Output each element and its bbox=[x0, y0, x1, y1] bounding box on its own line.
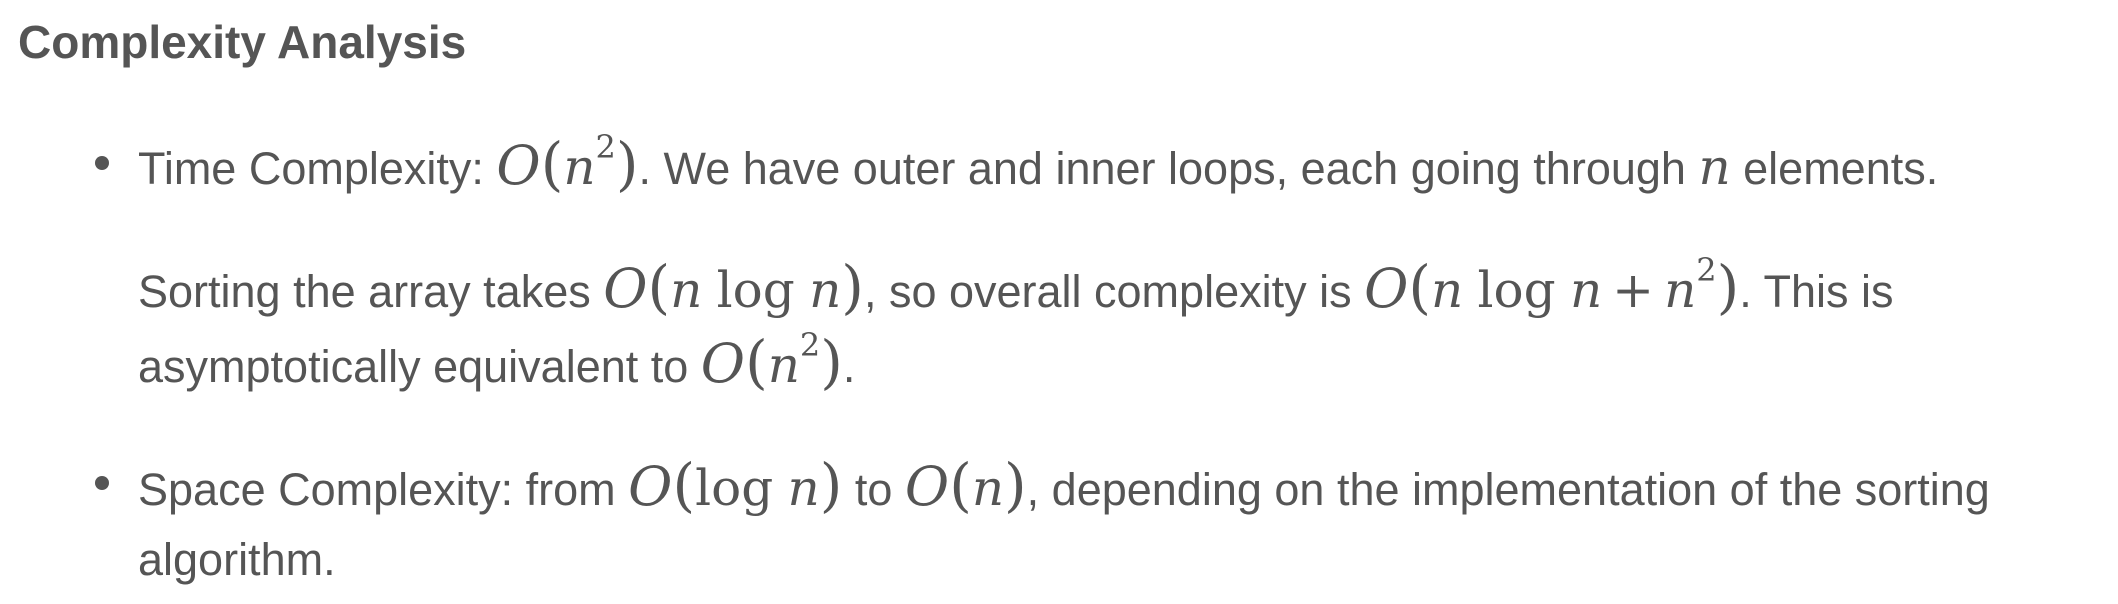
space-mid-text: to bbox=[842, 464, 905, 515]
asymptotic-text: asymptotically equivalent to bbox=[138, 341, 701, 392]
time-label: Time Complexity: bbox=[138, 143, 497, 194]
asymptotic-line: asymptotically equivalent to O(n2). bbox=[138, 326, 856, 397]
math-overall-complexity: O(n log n + n2) bbox=[1364, 251, 1740, 321]
asymptotic-end: . bbox=[842, 341, 856, 392]
math-asymptotic-complexity: O(n2) bbox=[700, 326, 843, 396]
time-complexity-line: Time Complexity: O(n2). We have outer an… bbox=[138, 128, 1939, 199]
bullet-icon bbox=[95, 476, 109, 490]
sorting-text: Sorting the array takes bbox=[138, 266, 604, 317]
sorting-end-text: . This is bbox=[1739, 266, 1894, 317]
math-time-complexity: O(n2) bbox=[496, 128, 639, 198]
sorting-mid-text: , so overall complexity is bbox=[863, 266, 1365, 317]
space-description: , depending on the implementation of the… bbox=[1026, 464, 1990, 515]
bullet-icon bbox=[95, 156, 109, 170]
space-label: Space Complexity: from bbox=[138, 464, 629, 515]
space-complexity-line: Space Complexity: from O(log n) to O(n),… bbox=[138, 455, 1990, 520]
math-space-from: O(log n) bbox=[628, 451, 843, 519]
math-sorting-complexity: O(n log n) bbox=[603, 253, 864, 321]
math-space-to: O(n) bbox=[904, 451, 1027, 519]
section-heading: Complexity Analysis bbox=[18, 16, 467, 68]
space-continuation-line: algorithm. bbox=[138, 530, 336, 590]
sorting-complexity-line: Sorting the array takes O(n log n), so o… bbox=[138, 251, 1894, 322]
math-var-n: n bbox=[1698, 138, 1731, 196]
time-description: . We have outer and inner loops, each go… bbox=[638, 143, 1699, 194]
space-continuation: algorithm. bbox=[138, 534, 336, 585]
time-description-end: elements. bbox=[1730, 143, 1939, 194]
